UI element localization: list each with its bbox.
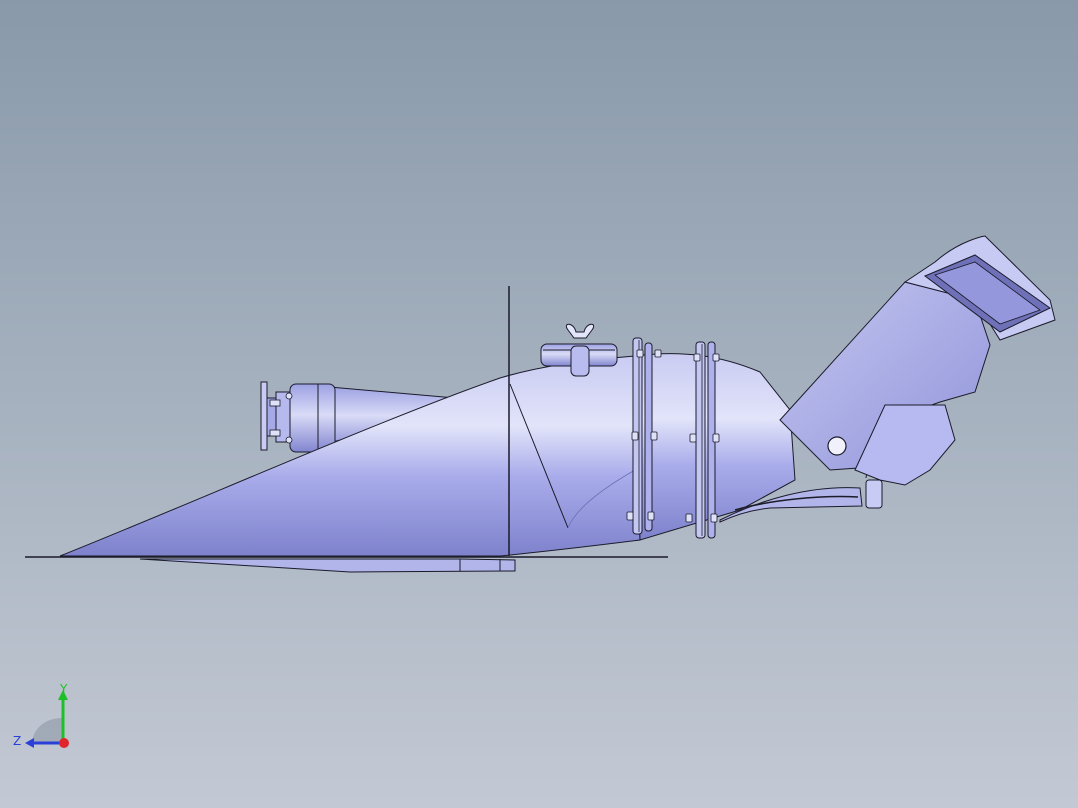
cad-model-view[interactable]	[0, 0, 1078, 808]
triad-graphic: Y Z	[13, 682, 69, 748]
flanged-midsection	[626, 337, 796, 541]
wing-nut-icon[interactable]	[565, 323, 595, 339]
z-axis-label: Z	[13, 734, 21, 748]
base-plate	[25, 556, 668, 573]
graphics-viewport[interactable]: Y Z	[0, 0, 1078, 808]
triad-arc-icon	[32, 718, 62, 742]
flange-right	[695, 341, 716, 539]
z-axis-arrowhead-icon	[25, 738, 34, 748]
y-axis-label: Y	[59, 684, 68, 696]
x-axis-dot-icon	[59, 738, 69, 748]
view-orientation-triad[interactable]: Y Z	[10, 682, 80, 754]
pivot-pin-icon[interactable]	[827, 436, 847, 456]
outlet-hopper	[779, 235, 1056, 486]
